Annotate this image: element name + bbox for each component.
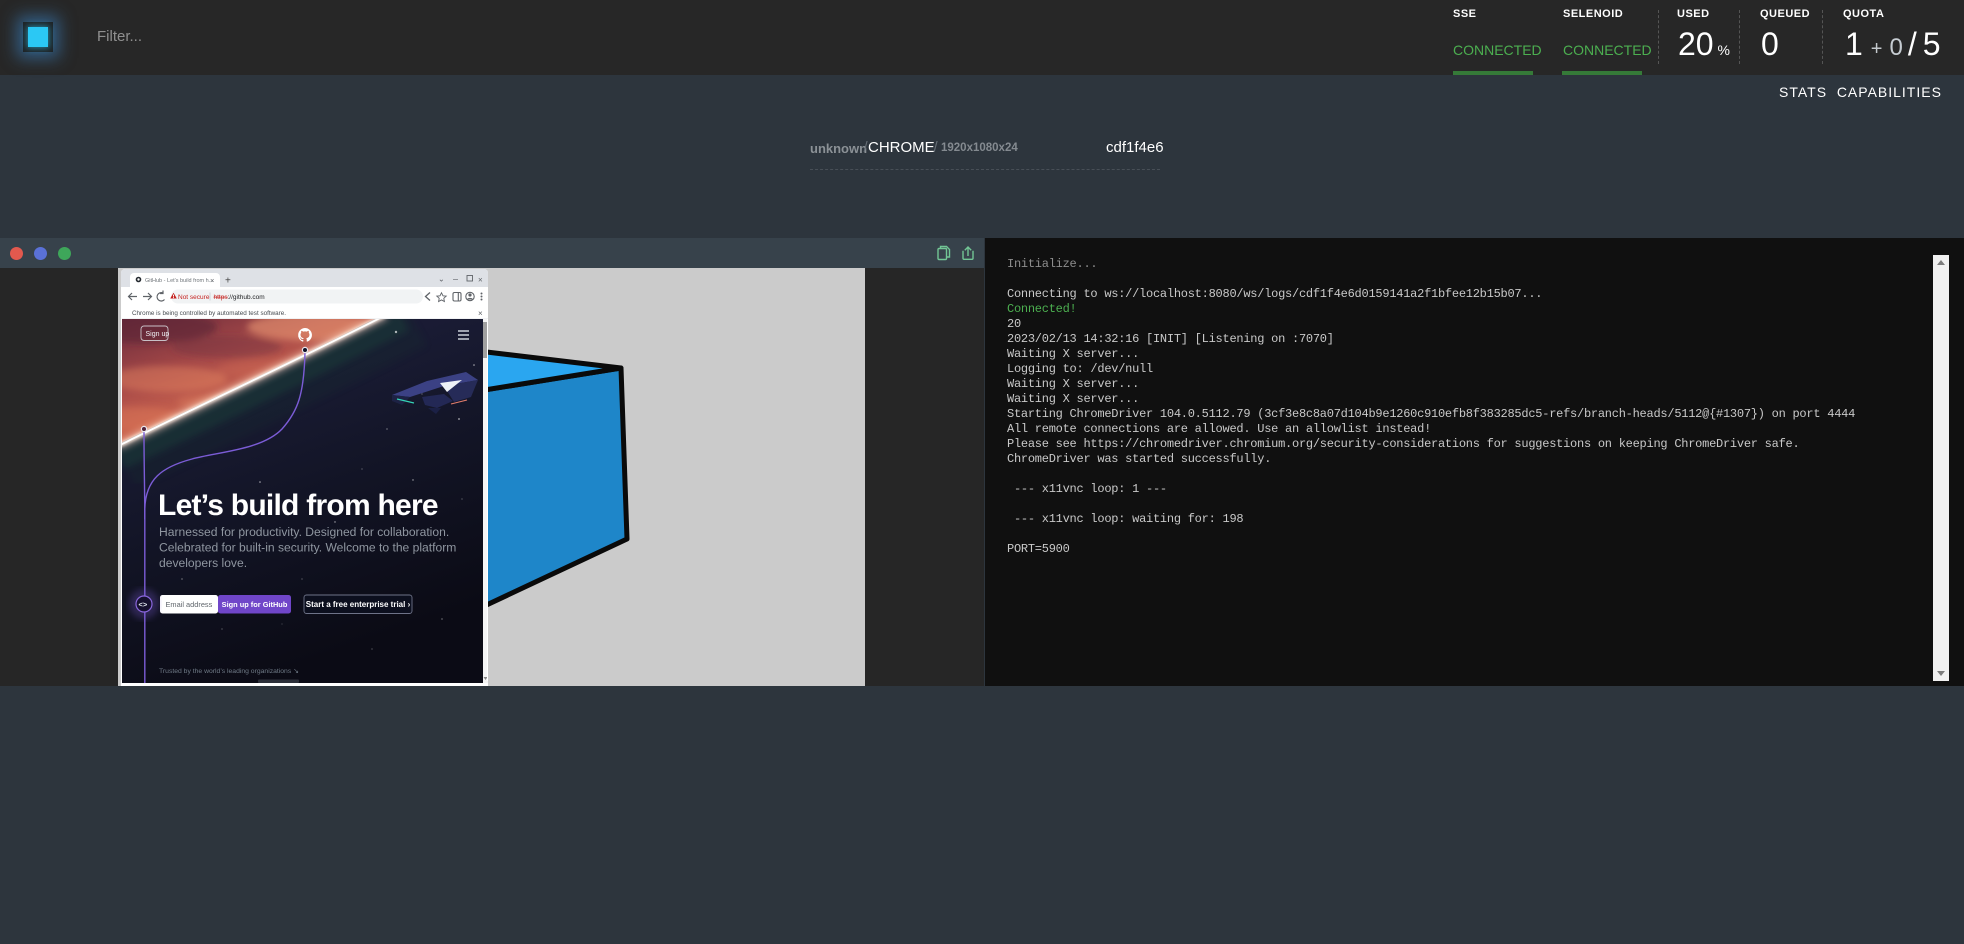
svg-text:×: × — [210, 276, 214, 285]
svg-text:–: – — [453, 274, 458, 284]
svg-text:Harnessed for productivity. De: Harnessed for productivity. Designed for… — [159, 525, 449, 539]
svg-text:×: × — [478, 309, 483, 318]
svg-text:×: × — [478, 276, 483, 285]
svg-text:Not secure: Not secure — [178, 294, 210, 301]
svg-text:⌄: ⌄ — [438, 275, 445, 284]
svg-text:Sign up for GitHub: Sign up for GitHub — [222, 600, 288, 609]
svg-text:Chrome is being controlled by: Chrome is being controlled by automated … — [132, 310, 286, 317]
svg-text:+: + — [225, 276, 231, 287]
svg-text:developers love.: developers love. — [159, 556, 247, 570]
svg-text:Trusted by the world’s leading: Trusted by the world’s leading organizat… — [159, 668, 299, 675]
svg-text:GitHub - Let's build from h...: GitHub - Let's build from h... — [145, 278, 214, 284]
svg-text:Email address: Email address — [166, 600, 213, 609]
svg-text:https: https — [214, 294, 229, 301]
svg-text:<>: <> — [139, 600, 148, 609]
svg-text:Celebrated for built-in securi: Celebrated for built-in security. Welcom… — [159, 541, 456, 555]
svg-text:Let’s build from here: Let’s build from here — [158, 489, 438, 522]
svg-text:Sign up: Sign up — [146, 331, 170, 338]
svg-text:Start a free enterprise trial: Start a free enterprise trial › — [306, 600, 411, 609]
svg-text:://github.com: ://github.com — [228, 294, 265, 301]
